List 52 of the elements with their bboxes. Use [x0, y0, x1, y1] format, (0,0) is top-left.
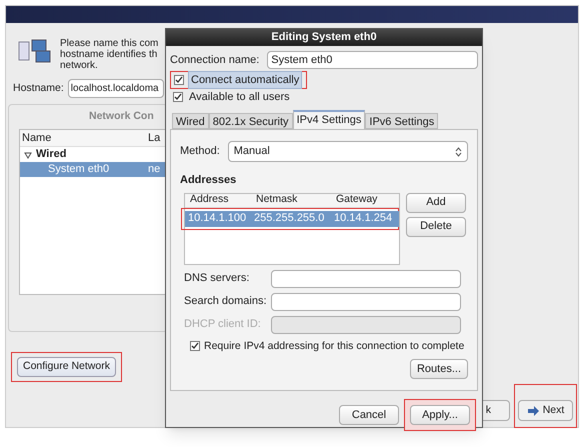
address-action-button[interactable]: Delete: [406, 216, 466, 236]
next-button[interactable]: Next: [518, 400, 573, 421]
column-header[interactable]: La: [148, 130, 160, 146]
input-field[interactable]: [271, 316, 461, 334]
tab[interactable]: Wired: [172, 113, 209, 129]
intro-text-line: hostname identifies th: [60, 49, 158, 60]
network-computers-icon: [18, 38, 52, 64]
tab[interactable]: 802.1x Security: [208, 113, 293, 129]
intro-text-line: Please name this com: [60, 38, 158, 49]
checkbox[interactable]: [173, 92, 183, 102]
group-label: Wired: [36, 147, 66, 162]
hostname-field[interactable]: localhost.localdoma: [68, 79, 164, 98]
panel-title: Network Con: [89, 109, 154, 124]
spinner-arrows-icon: [455, 146, 462, 156]
column-header[interactable]: Address: [185, 192, 251, 208]
hostname-label: Hostname:: [13, 80, 64, 96]
connection-name-label: Connection name:: [170, 52, 260, 68]
connection-name-field[interactable]: System eth0: [267, 51, 478, 69]
addresses-heading: Addresses: [180, 173, 238, 188]
table-cell-text: 10.14.1.100: [187, 211, 248, 226]
configure-network-button[interactable]: Configure Network: [17, 357, 116, 377]
expander-icon[interactable]: [24, 150, 32, 158]
intro-text-line: network.: [60, 60, 99, 71]
checkbox-label[interactable]: Require IPv4 addressing for this connection to complete: [204, 338, 464, 354]
tab[interactable]: IPv4 Settings: [292, 110, 366, 129]
field-label: DNS servers:: [184, 271, 250, 286]
dialog-title: Editing System eth0: [166, 29, 482, 46]
checkbox[interactable]: [174, 75, 184, 85]
table-cell-text: 255.255.255.0: [253, 211, 326, 226]
checkbox-label[interactable]: Available to all users: [187, 88, 292, 106]
column-header[interactable]: Name: [20, 130, 148, 146]
connection-name: System eth0: [47, 162, 110, 178]
checkbox[interactable]: [190, 341, 200, 352]
field-label: DHCP client ID:: [184, 317, 262, 332]
input-field[interactable]: [271, 270, 461, 288]
highlight-box: [514, 384, 577, 428]
address-action-button[interactable]: Add: [406, 192, 466, 212]
tab[interactable]: IPv6 Settings: [365, 113, 438, 129]
checkbox-label[interactable]: Connect automatically: [188, 70, 302, 90]
method-label: Method:: [180, 144, 220, 160]
arrow-icon: [526, 406, 539, 416]
field-label: Search domains:: [184, 294, 268, 310]
list-row[interactable]: Wired: [20, 147, 168, 162]
dialog-button[interactable]: Cancel: [339, 405, 399, 425]
input-field[interactable]: [271, 292, 461, 310]
method-dropdown[interactable]: Manual: [228, 141, 468, 162]
table-cell-text: ne: [148, 162, 160, 178]
column-header[interactable]: Netmask: [251, 192, 331, 208]
table-cell-text: 10.14.1.254: [333, 211, 394, 226]
routes-button[interactable]: Routes...: [410, 359, 468, 380]
column-header[interactable]: Gateway: [331, 192, 397, 208]
dialog-button[interactable]: Apply...: [410, 405, 470, 425]
